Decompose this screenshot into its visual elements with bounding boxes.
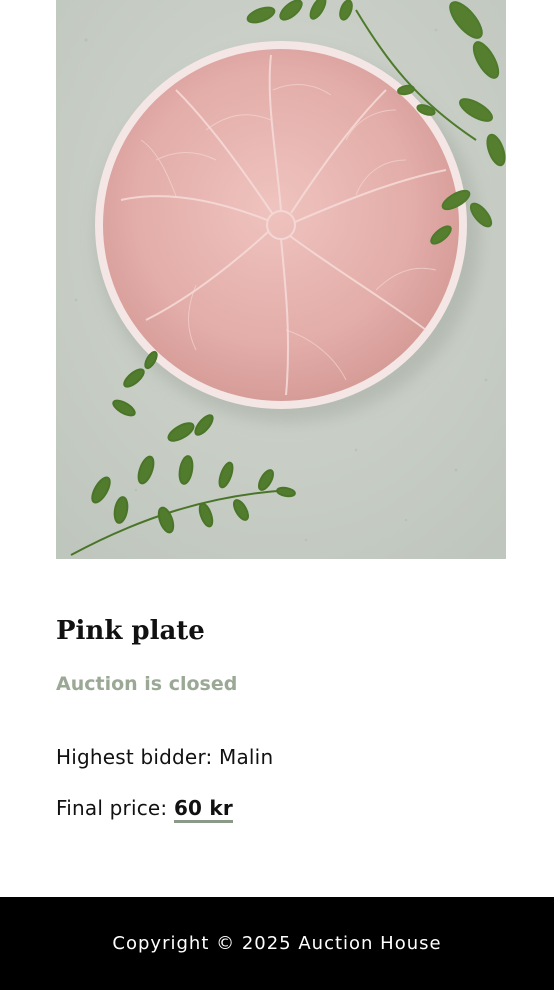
product-image: [56, 0, 506, 559]
product-page: Pink plate Auction is closed Highest bid…: [0, 0, 554, 990]
final-price: Final price: 60 kr: [56, 793, 233, 823]
highest-bidder-label: Highest bidder:: [56, 745, 220, 769]
copyright-text: Copyright © 2025 Auction House: [112, 933, 442, 954]
highest-bidder-name: Malin: [219, 745, 274, 769]
final-price-value: 60 kr: [173, 796, 233, 823]
auction-status: Auction is closed: [56, 673, 238, 695]
footer: Copyright © 2025 Auction House: [0, 897, 554, 990]
final-price-label: Final price:: [56, 796, 174, 820]
highest-bidder: Highest bidder: Malin: [56, 742, 273, 772]
product-title: Pink plate: [56, 616, 205, 646]
